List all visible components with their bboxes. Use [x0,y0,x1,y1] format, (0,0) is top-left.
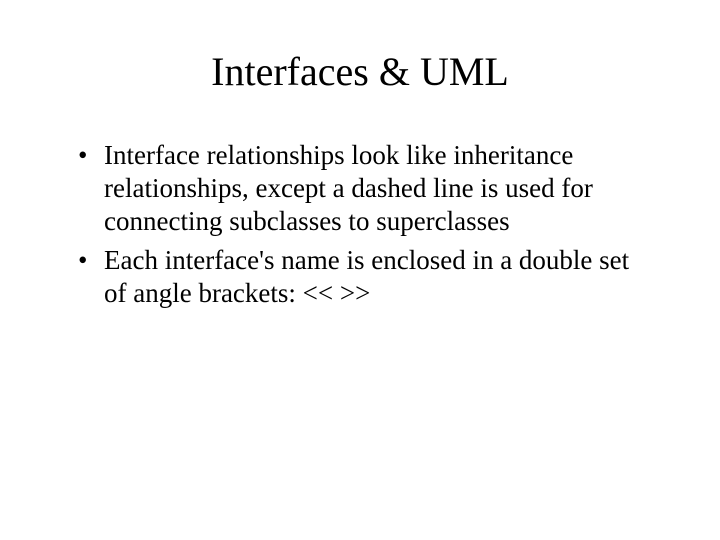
list-item: Interface relationships look like inheri… [78,139,650,238]
slide: Interfaces & UML Interface relationships… [0,0,720,540]
slide-title: Interfaces & UML [60,48,660,95]
list-item: Each interface's name is enclosed in a d… [78,244,650,310]
bullet-list: Interface relationships look like inheri… [60,139,660,310]
